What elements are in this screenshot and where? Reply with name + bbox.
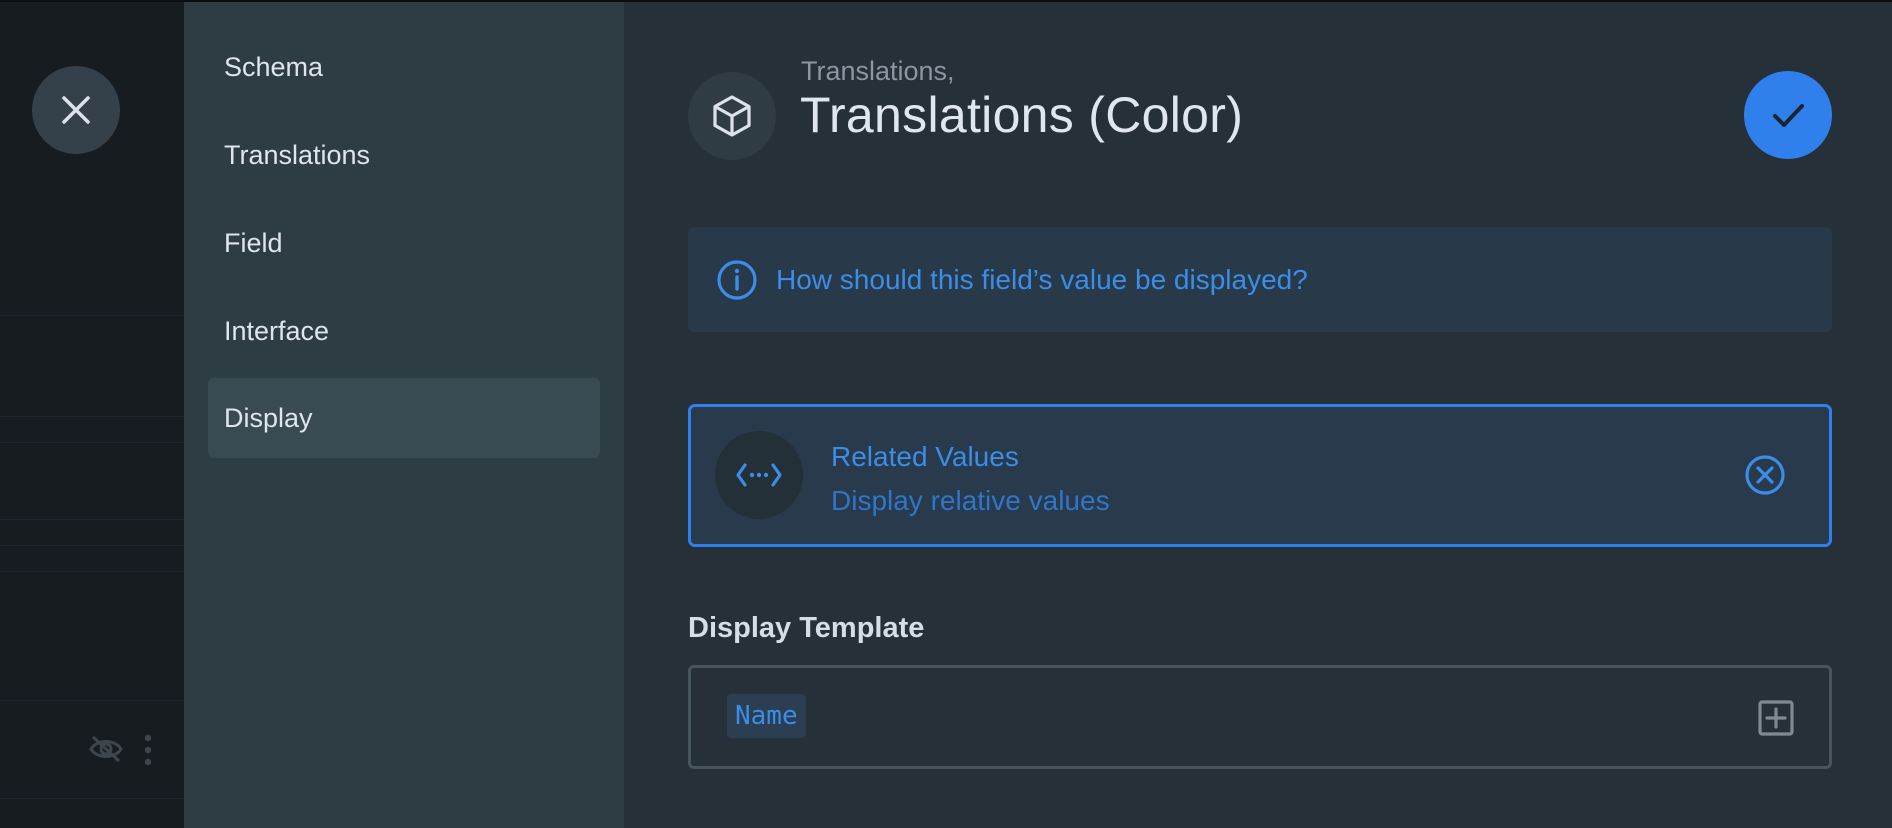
close-drawer-button[interactable] — [32, 66, 120, 154]
add-field-icon[interactable] — [1757, 699, 1795, 737]
nav-item-translations[interactable]: Translations — [208, 115, 600, 195]
display-name: Related Values — [831, 441, 1019, 472]
background-row-divider — [0, 798, 184, 799]
nav-item-field[interactable]: Field — [208, 203, 600, 283]
background-row-divider — [0, 545, 184, 546]
notice-text: How should this field’s value be display… — [776, 263, 1308, 295]
related-values-icon-wrapper — [715, 431, 803, 519]
background-row-divider — [0, 442, 184, 443]
check-icon — [1773, 104, 1804, 127]
background-overlay[interactable] — [0, 0, 184, 828]
display-template-input[interactable]: Name — [688, 665, 1832, 769]
cube-icon — [713, 95, 751, 137]
nav-item-display[interactable]: Display — [208, 378, 600, 458]
background-row-divider — [0, 571, 184, 572]
info-icon — [717, 259, 757, 300]
background-row-divider — [0, 700, 184, 701]
close-icon — [62, 96, 90, 124]
template-field-chip[interactable]: Name — [727, 694, 806, 738]
window-top-border — [0, 0, 1892, 2]
save-button[interactable] — [1744, 71, 1832, 159]
display-description: Display relative values — [831, 485, 1110, 516]
page-title: Translations (Color) — [800, 87, 1244, 143]
nav-item-interface[interactable]: Interface — [208, 291, 600, 371]
info-notice: How should this field’s value be display… — [688, 227, 1832, 332]
drawer-content: Translations, Translations (Color) How s… — [624, 0, 1892, 828]
visibility-off-icon — [89, 735, 123, 763]
background-row-divider — [0, 416, 184, 417]
display-template-label: Display Template — [688, 612, 925, 644]
background-row-divider — [0, 315, 184, 316]
related-values-icon — [736, 463, 782, 487]
selected-display-card[interactable]: Related Values Display relative values — [688, 404, 1832, 547]
breadcrumb: Translations, — [801, 56, 955, 86]
background-row-divider — [0, 519, 184, 520]
nav-item-schema[interactable]: Schema — [208, 27, 600, 107]
settings-nav: Schema Translations Field Interface Disp… — [184, 0, 624, 828]
header-icon — [688, 72, 776, 160]
more-vertical-icon — [144, 734, 152, 766]
clear-selection-icon[interactable] — [1744, 454, 1786, 496]
